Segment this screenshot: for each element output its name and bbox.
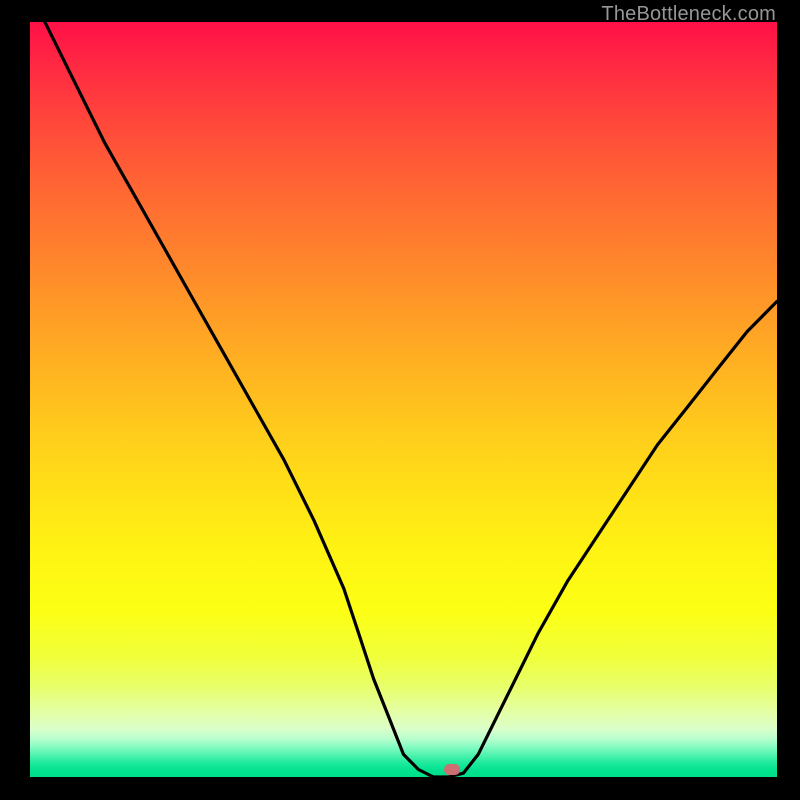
bottleneck-curve <box>45 22 777 777</box>
chart-stage: TheBottleneck.com <box>0 0 800 800</box>
plot-area <box>30 22 777 777</box>
minimum-marker <box>444 764 460 775</box>
curve-svg <box>30 22 777 777</box>
